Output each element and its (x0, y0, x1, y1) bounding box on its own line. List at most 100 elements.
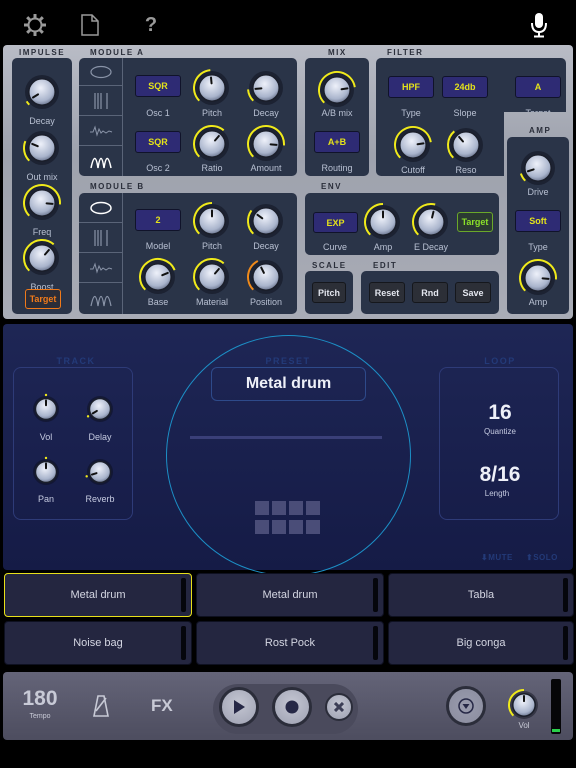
instrument-pad[interactable]: Tabla (388, 573, 574, 617)
microphone-button[interactable] (526, 12, 552, 38)
module-b-pitch-knob[interactable] (192, 201, 232, 241)
save-button[interactable]: Save (455, 282, 491, 303)
amp-knob[interactable] (518, 258, 558, 298)
osc1-selector[interactable]: SQR (135, 75, 181, 97)
document-icon (81, 14, 99, 36)
random-button[interactable]: Rnd (412, 282, 448, 303)
step-pad[interactable] (306, 501, 320, 515)
track-reverb-knob[interactable] (84, 456, 116, 488)
help-icon: ? (144, 13, 158, 36)
track-reverb-label: Reverb (85, 494, 115, 504)
instrument-pad[interactable]: Big conga (388, 621, 574, 665)
fx-button[interactable]: FX (151, 696, 173, 716)
knob-value-dot (44, 393, 48, 397)
env-title: ENV (321, 182, 342, 191)
module-a-ratio-knob[interactable] (192, 124, 232, 164)
waveform-noise-button[interactable] (79, 253, 122, 283)
dropdown-button[interactable] (446, 686, 486, 726)
impulse-outmix-knob[interactable] (22, 128, 62, 168)
scale-title: SCALE (312, 261, 347, 270)
step-pad[interactable] (255, 519, 269, 534)
scale-pitch-button[interactable]: Pitch (312, 282, 346, 303)
record-button[interactable] (272, 687, 312, 727)
knob-icon (25, 75, 59, 109)
track-vol-label: Vol (39, 432, 53, 442)
knob-icon (394, 126, 432, 162)
instrument-pad[interactable]: Metal drum (196, 573, 384, 617)
module-a-amount-knob[interactable] (246, 124, 286, 164)
filter-slope-selector[interactable]: 24db (442, 76, 488, 98)
filter-type-selector[interactable]: HPF (388, 76, 434, 98)
length-label: Length (484, 489, 510, 498)
routing-selector[interactable]: A+B (314, 131, 360, 153)
waveform-ellipse-button[interactable] (79, 193, 122, 223)
waveform-ellipse-button[interactable] (79, 58, 122, 86)
instrument-pad[interactable]: Noise bag (4, 621, 192, 665)
module-a-decay-knob[interactable] (246, 68, 286, 108)
noise-wave-icon (89, 124, 112, 137)
model-selector[interactable]: 2 (135, 209, 181, 231)
impulse-target-button[interactable]: Target (25, 289, 61, 309)
module-b-position-knob[interactable] (246, 257, 286, 297)
peaks-wave-icon (89, 295, 112, 306)
waveform-noise-button[interactable] (79, 116, 122, 146)
knob-value-dot (86, 415, 90, 418)
waveform-sine-button[interactable] (79, 283, 122, 314)
knob-icon (412, 203, 448, 239)
cutoff-knob[interactable] (393, 125, 433, 165)
tempo-value[interactable]: 180 (18, 687, 62, 711)
document-button[interactable] (77, 12, 103, 38)
length-value[interactable]: 8/16 (440, 463, 560, 487)
track-delay-knob[interactable] (84, 393, 116, 425)
knob-icon (23, 239, 59, 275)
amp-type-selector[interactable]: Soft (515, 210, 561, 232)
module-a-panel: SQR Osc 1 Pitch Decay SQR Osc 2 Ratio Am (79, 58, 297, 176)
instrument-pad[interactable]: Rost Pock (196, 621, 384, 665)
osc2-selector[interactable]: SQR (135, 131, 181, 153)
help-button[interactable]: ? (138, 12, 164, 38)
curve-selector[interactable]: EXP (313, 212, 358, 233)
play-button[interactable] (219, 687, 259, 727)
track-pan-knob[interactable] (30, 456, 62, 488)
knob-pointer (210, 76, 213, 85)
step-pad[interactable] (289, 519, 303, 534)
step-pad[interactable] (272, 501, 286, 515)
waveform-bars-button[interactable] (79, 86, 122, 116)
reset-button[interactable]: Reset (369, 282, 405, 303)
step-pad[interactable] (272, 519, 286, 534)
env-decay-knob[interactable] (411, 202, 451, 242)
module-b-title: MODULE B (90, 182, 145, 191)
reso-knob[interactable] (446, 125, 486, 165)
preset-slider[interactable] (190, 436, 382, 439)
env-amp-knob[interactable] (363, 202, 403, 242)
module-b-base-knob[interactable] (138, 257, 178, 297)
waveform-sine-button[interactable] (79, 146, 122, 176)
filter-target-selector[interactable]: A (515, 76, 561, 98)
pad-level-meter (563, 578, 568, 612)
metronome-button[interactable] (93, 695, 109, 717)
impulse-decay-knob[interactable] (22, 72, 62, 112)
step-pad[interactable] (289, 501, 303, 515)
settings-button[interactable] (22, 12, 48, 38)
instrument-pad[interactable]: Metal drum (4, 573, 192, 617)
impulse-freq-knob[interactable] (22, 183, 62, 223)
waveform-bars-button[interactable] (79, 223, 122, 253)
track-vol-knob[interactable] (30, 393, 62, 425)
quantize-value[interactable]: 16 (440, 401, 560, 425)
module-b-decay-knob[interactable] (246, 201, 286, 241)
module-a-pitch-knob[interactable] (192, 68, 232, 108)
step-pad[interactable] (306, 519, 320, 534)
preset-name-display[interactable]: Metal drum (211, 367, 366, 401)
drive-label: Drive (527, 187, 549, 197)
master-vol-knob[interactable] (507, 688, 541, 722)
knob-pointer (416, 142, 425, 146)
ab-mix-knob[interactable] (317, 70, 357, 110)
impulse-boost-knob[interactable] (22, 238, 62, 278)
clear-button[interactable] (325, 693, 353, 721)
env-target-button[interactable]: Target (457, 212, 493, 232)
drive-knob[interactable] (518, 148, 558, 188)
step-pad[interactable] (255, 501, 269, 515)
microphone-icon (531, 13, 547, 38)
impulse-title: IMPULSE (19, 48, 66, 57)
module-b-material-knob[interactable] (192, 257, 232, 297)
